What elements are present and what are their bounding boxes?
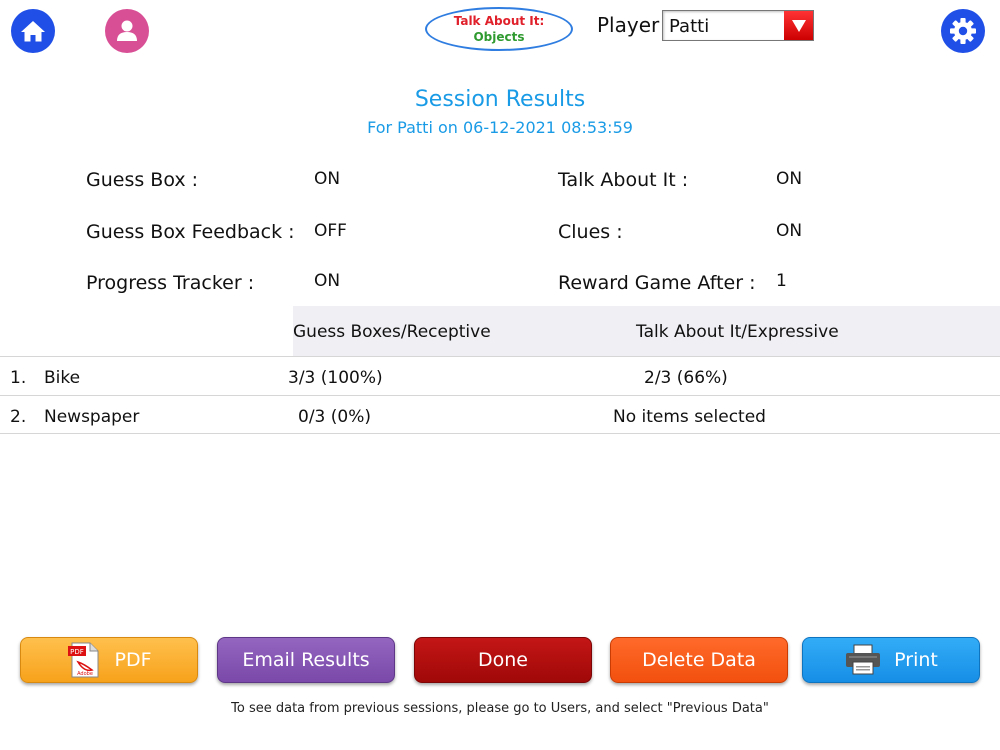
page-subtitle: For Patti on 06-12-2021 08:53:59 bbox=[367, 118, 633, 137]
row-expressive-score: 2/3 (66%) bbox=[644, 368, 728, 388]
progress-tracker-value: ON bbox=[314, 271, 341, 291]
print-button[interactable]: Print bbox=[802, 637, 980, 683]
guess-box-feedback-value: OFF bbox=[314, 221, 347, 241]
delete-data-button-label: Delete Data bbox=[642, 649, 756, 671]
column-header-expressive: Talk About It/Expressive bbox=[636, 322, 839, 342]
footer-note: To see data from previous sessions, plea… bbox=[231, 701, 769, 716]
print-button-label: Print bbox=[894, 649, 938, 671]
divider bbox=[0, 433, 1000, 434]
pdf-button-label: PDF bbox=[114, 649, 152, 671]
printer-icon bbox=[846, 644, 881, 675]
guess-box-feedback-label: Guess Box Feedback : bbox=[86, 221, 295, 243]
clues-value: ON bbox=[776, 221, 803, 241]
done-button-label: Done bbox=[478, 649, 528, 671]
dropdown-arrow-icon[interactable] bbox=[784, 11, 813, 40]
home-icon bbox=[21, 21, 45, 42]
user-icon bbox=[117, 20, 137, 41]
player-select[interactable]: Patti bbox=[662, 10, 814, 41]
clues-label: Clues : bbox=[558, 221, 623, 243]
reward-game-value: 1 bbox=[776, 271, 787, 291]
pdf-button[interactable]: PDF Adobe PDF bbox=[20, 637, 198, 683]
gear-icon bbox=[950, 18, 976, 44]
row-number: 1. bbox=[10, 368, 27, 388]
row-receptive-score: 0/3 (0%) bbox=[298, 407, 371, 427]
app-logo: Talk About It: Objects bbox=[425, 7, 573, 51]
pdf-file-icon: PDF Adobe bbox=[68, 642, 99, 678]
row-item: Bike bbox=[44, 368, 81, 388]
settings-button[interactable] bbox=[941, 9, 985, 53]
done-button[interactable]: Done bbox=[414, 637, 592, 683]
row-number: 2. bbox=[10, 407, 27, 427]
logo-title: Talk About It: bbox=[453, 14, 545, 28]
row-expressive-score: No items selected bbox=[613, 407, 766, 427]
home-button[interactable] bbox=[11, 9, 55, 53]
delete-data-button[interactable]: Delete Data bbox=[610, 637, 788, 683]
guess-box-value: ON bbox=[314, 169, 341, 189]
talk-about-it-value: ON bbox=[776, 169, 803, 189]
email-results-button[interactable]: Email Results bbox=[217, 637, 395, 683]
divider bbox=[0, 395, 1000, 396]
users-button[interactable] bbox=[105, 9, 149, 53]
player-value: Patti bbox=[669, 16, 710, 37]
svg-text:PDF: PDF bbox=[71, 648, 85, 656]
talk-about-it-label: Talk About It : bbox=[558, 169, 689, 191]
player-label: Player bbox=[597, 13, 660, 37]
reward-game-label: Reward Game After : bbox=[558, 272, 756, 294]
row-receptive-score: 3/3 (100%) bbox=[288, 368, 383, 388]
email-results-button-label: Email Results bbox=[242, 649, 370, 671]
column-header-receptive: Guess Boxes/Receptive bbox=[293, 322, 491, 342]
logo-subtitle: Objects bbox=[473, 30, 525, 44]
svg-text:Adobe: Adobe bbox=[78, 671, 94, 677]
divider bbox=[0, 356, 1000, 357]
progress-tracker-label: Progress Tracker : bbox=[86, 272, 255, 294]
row-item: Newspaper bbox=[44, 407, 140, 427]
guess-box-label: Guess Box : bbox=[86, 169, 199, 191]
page-title: Session Results bbox=[414, 87, 586, 112]
